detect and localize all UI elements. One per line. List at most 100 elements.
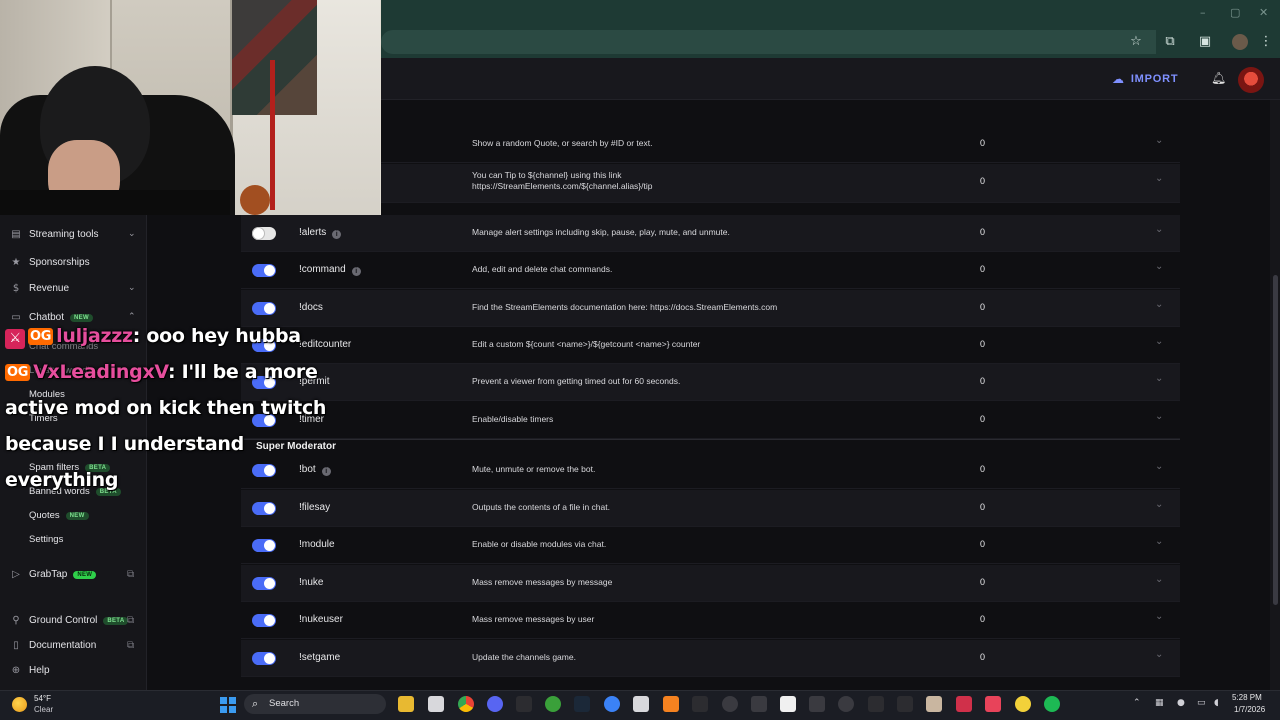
chrome-icon[interactable] bbox=[458, 696, 474, 712]
clock-date[interactable]: 1/7/2026 bbox=[1234, 705, 1265, 714]
command-toggle[interactable] bbox=[252, 539, 276, 552]
app-icon[interactable] bbox=[663, 696, 679, 712]
webcam-feed bbox=[0, 0, 381, 215]
music-icon[interactable] bbox=[985, 696, 1001, 712]
chevron-down-icon[interactable]: ⌄ bbox=[1155, 536, 1163, 547]
store-icon[interactable] bbox=[428, 696, 444, 712]
chevron-down-icon[interactable]: ⌄ bbox=[1155, 649, 1163, 660]
file-explorer-icon[interactable] bbox=[398, 696, 414, 712]
chevron-down-icon[interactable]: ⌄ bbox=[1155, 299, 1163, 310]
chevron-down-icon[interactable]: ⌄ bbox=[1155, 499, 1163, 510]
sidebar-item-grabtap[interactable]: ▷ GrabTap NEW ⧉ bbox=[0, 563, 147, 585]
taskbar-search[interactable] bbox=[244, 694, 386, 714]
command-toggle[interactable] bbox=[252, 614, 276, 627]
avatar[interactable] bbox=[1238, 67, 1264, 93]
info-icon[interactable]: i bbox=[332, 230, 342, 239]
chevron-down-icon[interactable]: ⌄ bbox=[1155, 135, 1163, 146]
minimize-icon[interactable]: – bbox=[1200, 6, 1206, 19]
sidebar-item-documentation[interactable]: ▯ Documentation ⧉ bbox=[0, 634, 147, 656]
command-row[interactable]: !editcounter Edit a custom ${count <name>… bbox=[241, 327, 1180, 364]
command-row[interactable]: !nuke Mass remove messages by message 0 ⌄ bbox=[241, 565, 1180, 602]
command-toggle[interactable] bbox=[252, 264, 276, 277]
command-toggle[interactable] bbox=[252, 464, 276, 477]
weather-moon-icon[interactable] bbox=[12, 697, 27, 712]
command-row[interactable]: !permit Prevent a viewer from getting tim… bbox=[241, 364, 1180, 401]
app-icon[interactable] bbox=[809, 696, 825, 712]
app-icon[interactable] bbox=[692, 696, 708, 712]
network-icon[interactable]: ▭ bbox=[1197, 698, 1206, 708]
close-icon[interactable]: ✕ bbox=[1259, 6, 1268, 19]
address-bar[interactable] bbox=[381, 30, 1156, 54]
chevron-down-icon[interactable]: ⌄ bbox=[1155, 336, 1163, 347]
section-title: Super Moderator bbox=[256, 441, 337, 452]
microphone-icon[interactable]: ● bbox=[1177, 698, 1185, 708]
command-row[interactable]: !command i Add, edit and delete chat comma… bbox=[241, 252, 1180, 289]
app-icon[interactable] bbox=[956, 696, 972, 712]
command-toggle[interactable] bbox=[252, 227, 276, 240]
browser-menu-icon[interactable]: ⋮ bbox=[1258, 34, 1274, 50]
command-toggle[interactable] bbox=[252, 577, 276, 590]
chevron-down-icon[interactable]: ⌄ bbox=[1155, 461, 1163, 472]
sidebar-item-settings[interactable]: Settings bbox=[0, 528, 147, 550]
chevron-down-icon[interactable]: ⌄ bbox=[1155, 411, 1163, 422]
app-icon[interactable] bbox=[604, 696, 620, 712]
command-row[interactable]: !timer Enable/disable timers 0 ⌄ bbox=[241, 402, 1180, 439]
app-icon[interactable] bbox=[868, 696, 884, 712]
command-row[interactable]: !bot i Mute, unmute or remove the bot. 0 ⌄ bbox=[241, 452, 1180, 489]
maximize-icon[interactable]: ▢ bbox=[1230, 6, 1240, 19]
app-icon[interactable] bbox=[897, 696, 913, 712]
chevron-down-icon[interactable]: ⌄ bbox=[1155, 261, 1163, 272]
command-row[interactable]: !filesay Outputs the contents of a file i… bbox=[241, 490, 1180, 527]
chevron-down-icon[interactable]: ⌄ bbox=[1155, 611, 1163, 622]
sidebar-item-help[interactable]: ⊕ Help bbox=[0, 659, 147, 681]
discord-icon[interactable] bbox=[487, 696, 503, 712]
profile-icon[interactable] bbox=[1232, 34, 1248, 50]
command-toggle[interactable] bbox=[252, 652, 276, 665]
command-row[interactable]: !module Enable or disable modules via cha… bbox=[241, 527, 1180, 564]
sidebar-item-streaming-tools[interactable]: ▤ Streaming tools ⌄ bbox=[0, 223, 147, 245]
sidebar-item-revenue[interactable]: $ Revenue ⌄ bbox=[0, 277, 147, 299]
section-divider bbox=[241, 439, 1180, 440]
command-toggle[interactable] bbox=[252, 502, 276, 515]
tray-chevron-icon[interactable]: ⌃ bbox=[1133, 698, 1141, 708]
chevron-down-icon[interactable]: ⌄ bbox=[1155, 224, 1163, 235]
tray-app-icon[interactable]: ▦ bbox=[1155, 698, 1164, 708]
app-icon[interactable] bbox=[926, 696, 942, 712]
volume-icon[interactable]: ◖ bbox=[1214, 698, 1219, 708]
command-row[interactable]: !setgame Update the channels game. 0 ⌄ bbox=[241, 640, 1180, 677]
command-toggle[interactable] bbox=[252, 302, 276, 315]
start-button[interactable] bbox=[220, 697, 236, 713]
app-icon[interactable] bbox=[838, 696, 854, 712]
sidepanel-icon[interactable]: ▣ bbox=[1197, 34, 1213, 50]
scrollbar-thumb[interactable] bbox=[1273, 275, 1278, 605]
sidebar-item-ground-control[interactable]: ⚲ Ground Control BETA ⧉ bbox=[0, 609, 147, 631]
app-icon[interactable] bbox=[633, 696, 649, 712]
sidebar-item-label: Sponsorships bbox=[29, 256, 90, 268]
chevron-down-icon[interactable]: ⌄ bbox=[1155, 574, 1163, 585]
command-row[interactable]: !nukeuser Mass remove messages by user 0 ⌄ bbox=[241, 602, 1180, 639]
import-button[interactable]: ☁ IMPORT bbox=[1112, 70, 1178, 88]
app-icon[interactable] bbox=[516, 696, 532, 712]
command-row[interactable]: !alerts i Manage alert settings including … bbox=[241, 215, 1180, 252]
chevron-down-icon[interactable]: ⌄ bbox=[1155, 373, 1163, 384]
chevron-down-icon[interactable]: ⌄ bbox=[1155, 173, 1163, 184]
settings-icon[interactable] bbox=[722, 696, 738, 712]
xbox-icon[interactable] bbox=[545, 696, 561, 712]
bell-icon[interactable]: 🔔︎ bbox=[1211, 71, 1226, 85]
info-icon[interactable]: i bbox=[351, 267, 361, 276]
info-icon[interactable]: i bbox=[321, 467, 331, 476]
sidebar-item-sponsorships[interactable]: ★ Sponsorships bbox=[0, 251, 147, 273]
app-icon[interactable] bbox=[1015, 696, 1031, 712]
command-row[interactable]: !docs Find the StreamElements documentati… bbox=[241, 290, 1180, 327]
sidebar-item-quotes[interactable]: Quotes NEW bbox=[0, 504, 147, 526]
clock-time[interactable]: 5:28 PM bbox=[1232, 693, 1262, 702]
webcam-person-body bbox=[0, 190, 230, 215]
extensions-icon[interactable]: ⧉ bbox=[1162, 34, 1178, 50]
steam-icon[interactable] bbox=[574, 696, 590, 712]
app-icon[interactable] bbox=[780, 696, 796, 712]
command-row[interactable]: You can Tip to ${channel} using this lin… bbox=[241, 164, 1180, 203]
app-icon[interactable] bbox=[751, 696, 767, 712]
command-row[interactable]: Show a random Quote, or search by #ID or… bbox=[241, 126, 1180, 163]
bookmark-star-icon[interactable]: ☆ bbox=[1128, 34, 1144, 50]
spotify-icon[interactable] bbox=[1044, 696, 1060, 712]
